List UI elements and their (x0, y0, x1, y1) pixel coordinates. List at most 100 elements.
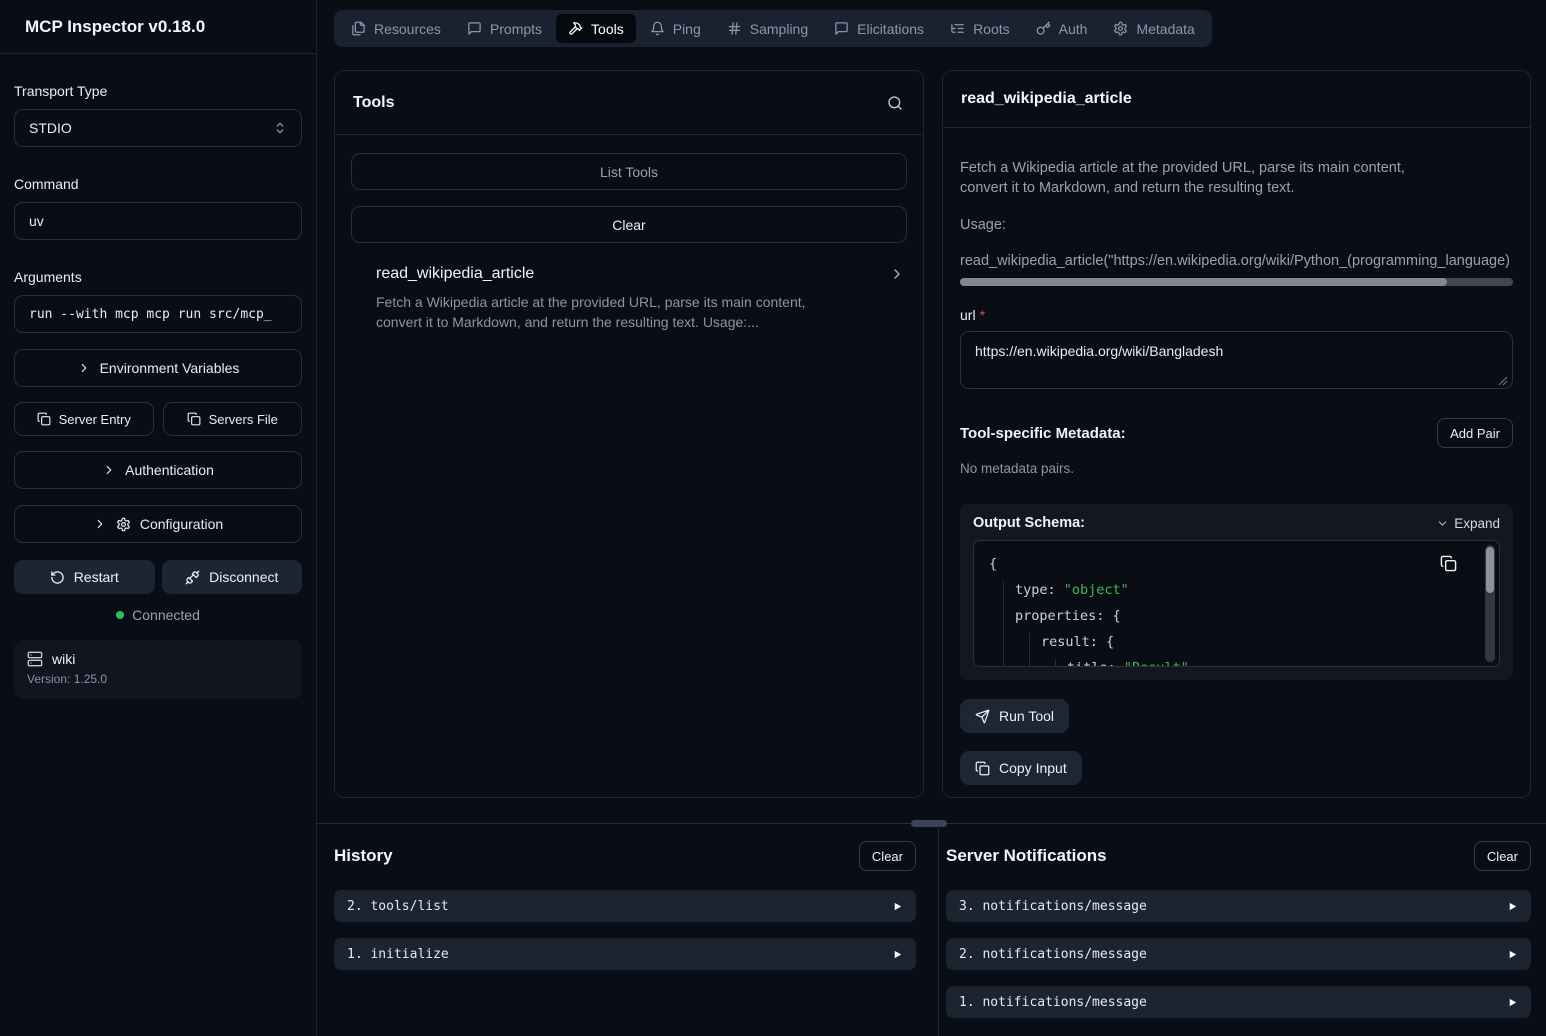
server-name: wiki (52, 651, 75, 667)
app-title: MCP Inspector v0.18.0 (0, 0, 316, 54)
list-tools-button[interactable]: List Tools (351, 153, 907, 190)
command-input[interactable] (14, 202, 302, 240)
tab-sampling-label: Sampling (750, 21, 808, 37)
code-text: title: (1067, 660, 1124, 667)
tab-sampling[interactable]: Sampling (715, 14, 820, 43)
search-icon[interactable] (885, 93, 905, 113)
copy-icon (975, 761, 990, 776)
disconnect-label: Disconnect (209, 569, 278, 585)
expand-schema-button[interactable]: Expand (1436, 516, 1500, 531)
gear-icon (1113, 21, 1128, 36)
detail-description: Fetch a Wikipedia article at the provide… (960, 158, 1440, 198)
clear-notifications-button[interactable]: Clear (1474, 841, 1531, 871)
restart-icon (50, 570, 65, 585)
clear-tools-button[interactable]: Clear (351, 206, 907, 243)
clear-history-button[interactable]: Clear (859, 841, 916, 871)
code-string: "object" (1064, 582, 1129, 598)
usage-horizontal-scrollbar[interactable] (960, 278, 1513, 286)
notification-item[interactable]: 1. notifications/message (946, 986, 1531, 1018)
tab-prompts-label: Prompts (490, 21, 542, 37)
files-icon (351, 21, 366, 36)
tab-auth[interactable]: Auth (1024, 14, 1100, 43)
code-text: { (989, 556, 997, 572)
output-schema-label: Output Schema: (973, 515, 1085, 531)
history-item[interactable]: 2. tools/list (334, 890, 916, 922)
chevron-right-icon (102, 463, 116, 477)
tab-tools[interactable]: Tools (556, 14, 636, 43)
hash-icon (727, 21, 742, 36)
tab-elicitations[interactable]: Elicitations (822, 14, 936, 43)
transport-type-label: Transport Type (14, 83, 302, 99)
arguments-input[interactable] (14, 295, 302, 333)
tool-list-item[interactable]: read_wikipedia_article Fetch a Wikipedia… (351, 265, 907, 332)
authentication-button[interactable]: Authentication (14, 451, 302, 489)
sidebar: MCP Inspector v0.18.0 Transport Type STD… (0, 0, 317, 1036)
copy-input-button[interactable]: Copy Input (960, 751, 1082, 785)
copy-schema-icon[interactable] (1438, 553, 1459, 574)
run-tool-label: Run Tool (999, 708, 1054, 724)
tab-prompts[interactable]: Prompts (455, 14, 554, 43)
notification-item[interactable]: 2. notifications/message (946, 938, 1531, 970)
schema-vertical-scrollbar[interactable] (1485, 545, 1495, 662)
copy-icon (187, 412, 201, 426)
history-title: History (334, 846, 393, 866)
tab-elicitations-label: Elicitations (857, 21, 924, 37)
configuration-button[interactable]: Configuration (14, 505, 302, 543)
restart-label: Restart (74, 569, 119, 585)
tab-metadata-label: Metadata (1136, 21, 1194, 37)
environment-variables-label: Environment Variables (100, 360, 240, 376)
chevrons-up-down-icon (273, 121, 287, 135)
notification-item-label: 2. notifications/message (959, 947, 1147, 962)
indent-guide (1029, 633, 1030, 667)
code-text: result: { (1041, 634, 1114, 650)
code-text: properties: { (1015, 608, 1121, 624)
disconnect-button[interactable]: Disconnect (162, 560, 303, 594)
history-item-label: 1. initialize (347, 947, 449, 962)
scrollbar-thumb[interactable] (1486, 547, 1494, 593)
tab-ping-label: Ping (673, 21, 701, 37)
authentication-label: Authentication (125, 462, 214, 478)
url-input[interactable]: https://en.wikipedia.org/wiki/Bangladesh (960, 331, 1513, 389)
usage-label: Usage: (960, 217, 1513, 233)
server-version: Version: 1.25.0 (27, 672, 289, 686)
history-item[interactable]: 1. initialize (334, 938, 916, 970)
output-schema-card: Output Schema: Expand { type: "object" p… (960, 504, 1513, 680)
servers-file-button[interactable]: Servers File (163, 402, 303, 436)
usage-example: read_wikipedia_article("https://en.wikip… (960, 253, 1513, 269)
url-field-label: url (960, 307, 976, 323)
servers-file-label: Servers File (209, 412, 278, 427)
connection-status: Connected (14, 607, 302, 623)
add-pair-button[interactable]: Add Pair (1437, 418, 1513, 448)
connection-status-label: Connected (132, 607, 200, 623)
tab-metadata[interactable]: Metadata (1101, 14, 1206, 43)
copy-input-label: Copy Input (999, 760, 1067, 776)
scrollbar-thumb[interactable] (960, 278, 1447, 286)
tools-panel: Tools List Tools Clear read_wikipedia_ar… (334, 70, 924, 798)
restart-button[interactable]: Restart (14, 560, 155, 594)
chevron-right-icon (889, 266, 905, 282)
tab-ping[interactable]: Ping (638, 14, 713, 43)
play-icon (1507, 997, 1518, 1008)
tab-tools-label: Tools (591, 21, 624, 37)
expand-label: Expand (1454, 516, 1500, 531)
send-icon (975, 709, 990, 724)
notification-item[interactable]: 3. notifications/message (946, 890, 1531, 922)
copy-icon (37, 412, 51, 426)
code-string: "Result" (1124, 660, 1189, 667)
server-icon (27, 651, 43, 667)
server-entry-button[interactable]: Server Entry (14, 402, 154, 436)
server-entry-label: Server Entry (59, 412, 131, 427)
tab-roots[interactable]: Roots (938, 14, 1022, 43)
tool-description: Fetch a Wikipedia article at the provide… (376, 292, 828, 332)
key-icon (1036, 21, 1051, 36)
chevron-down-icon (1436, 517, 1449, 530)
run-tool-button[interactable]: Run Tool (960, 699, 1069, 733)
divider-drag-handle[interactable] (911, 820, 947, 827)
transport-type-select[interactable]: STDIO (14, 109, 302, 147)
hammer-icon (568, 21, 583, 36)
notification-item-label: 1. notifications/message (959, 995, 1147, 1010)
server-notifications-section: Server Notifications Clear 3. notificati… (946, 841, 1531, 1018)
history-item-label: 2. tools/list (347, 899, 449, 914)
environment-variables-button[interactable]: Environment Variables (14, 349, 302, 387)
tab-resources[interactable]: Resources (339, 14, 453, 43)
